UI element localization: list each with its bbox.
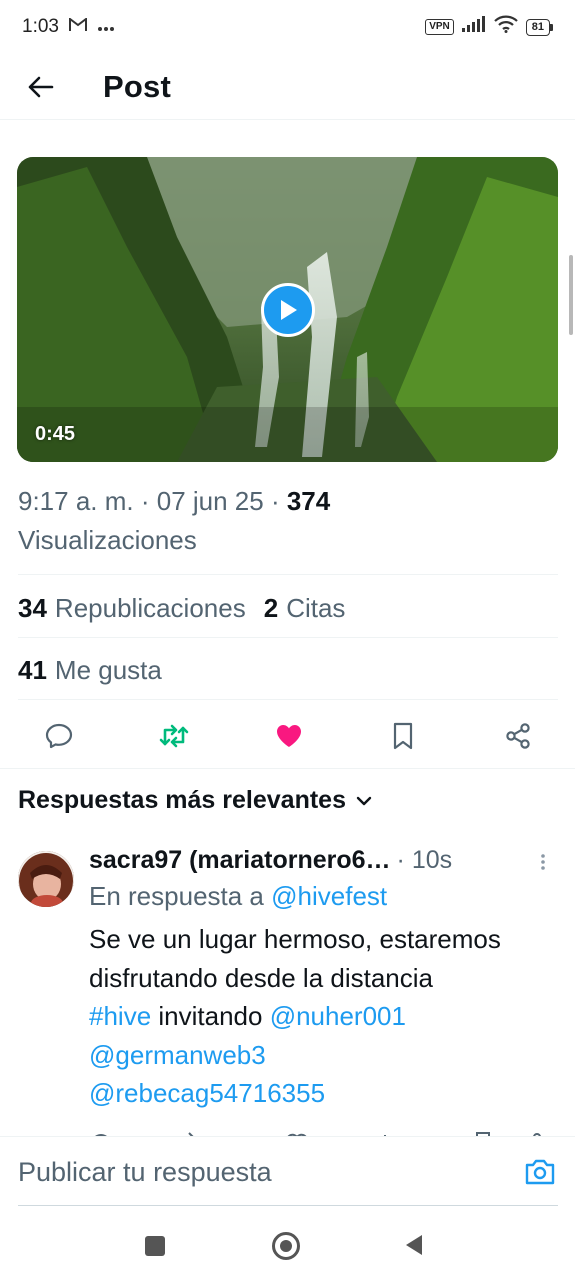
reply-text: Se ve un lugar hermoso, estaremos disfru… — [89, 924, 501, 1108]
mention-link[interactable]: @germanweb3 — [89, 1040, 266, 1070]
back-button[interactable] — [19, 66, 61, 108]
likes-count: 41 — [18, 654, 47, 685]
battery-level: 81 — [525, 18, 550, 36]
reposts-count: 34 — [18, 592, 47, 623]
likes-label: Me gusta — [54, 654, 162, 685]
divider — [18, 574, 558, 575]
reply-more-button[interactable] — [537, 850, 549, 874]
hashtag-link[interactable]: #hive — [89, 1001, 151, 1031]
divider — [18, 699, 558, 700]
reply-to-mention[interactable]: @hivefest — [271, 881, 387, 911]
post-meta: 9:17 a. m. · 07 jun 25 · 374 Visualizaci… — [18, 486, 331, 555]
comment-icon — [45, 723, 73, 749]
avatar[interactable] — [18, 851, 74, 907]
quotes-count: 2 — [263, 592, 279, 623]
reply-header: sacra97 (mariatornero6… · 10s — [89, 842, 539, 878]
post-actions — [0, 712, 575, 760]
views-count: 374 — [286, 486, 331, 516]
mention-link[interactable]: @nuher001 — [270, 1001, 406, 1031]
quotes-label: Citas — [286, 592, 346, 623]
wifi-icon — [493, 15, 518, 39]
camera-button[interactable] — [524, 1157, 556, 1187]
more-notifications-icon — [97, 16, 115, 38]
reply-input[interactable]: Publicar tu respuesta — [18, 1157, 272, 1188]
replies-sort-label: Respuestas más relevantes — [18, 786, 346, 814]
scrollbar[interactable] — [569, 255, 573, 335]
reposts-label: Republicaciones — [54, 592, 246, 623]
bookmark-button[interactable] — [386, 719, 420, 753]
post-date: 07 jun 25 — [156, 486, 264, 516]
repost-stats-row: 34 Republicaciones 2 Citas — [18, 588, 558, 628]
reposts-stat[interactable]: 34 Republicaciones — [18, 593, 246, 624]
bookmark-icon — [394, 722, 413, 750]
vpn-badge: VPN — [425, 19, 454, 35]
status-bar: 1:03 VPN 81 — [0, 0, 575, 54]
avatar-image — [18, 851, 74, 907]
mention-link[interactable]: @rebecag54716355 — [89, 1078, 325, 1108]
status-time: 1:03 — [22, 16, 59, 37]
post-time: 9:17 a. m. — [18, 486, 134, 516]
play-icon — [281, 300, 297, 320]
share-icon — [506, 723, 530, 749]
home-button[interactable] — [272, 1232, 300, 1260]
repost-button[interactable] — [157, 719, 191, 753]
play-button[interactable] — [261, 283, 315, 337]
camera-icon — [525, 1159, 555, 1185]
video-player[interactable]: 0:45 — [17, 157, 558, 462]
repost-icon — [159, 724, 189, 748]
signal-icon — [461, 16, 486, 38]
system-nav-bar — [0, 1210, 575, 1280]
like-button[interactable] — [272, 719, 306, 753]
gmail-icon — [68, 16, 87, 38]
likes-stat[interactable]: 41 Me gusta — [18, 650, 558, 690]
triangle-back-icon — [406, 1235, 422, 1255]
replies-sort-dropdown[interactable]: Respuestas más relevantes — [18, 786, 372, 815]
reply-author-name[interactable]: sacra97 (mariatornero6… — [89, 846, 391, 875]
arrow-left-icon — [28, 76, 54, 97]
reply-timestamp: · 10s — [396, 845, 453, 874]
share-button[interactable] — [501, 719, 535, 753]
battery-indicator: 81 — [525, 18, 553, 36]
chevron-down-icon — [356, 796, 372, 805]
video-duration: 0:45 — [35, 423, 76, 445]
reply-button[interactable] — [42, 719, 76, 753]
reply-context: En respuesta a @hivefest — [89, 881, 388, 911]
input-underline — [18, 1205, 558, 1206]
heart-filled-icon — [276, 725, 301, 747]
top-app-bar: Post — [0, 54, 575, 120]
reply-composer: Publicar tu respuesta — [0, 1136, 575, 1206]
page-title: Post — [103, 68, 171, 104]
views-label: Visualizaciones — [18, 525, 197, 555]
divider — [18, 637, 558, 638]
recents-button[interactable] — [145, 1236, 165, 1256]
quotes-stat[interactable]: 2 Citas — [264, 593, 346, 624]
section-divider — [0, 768, 575, 769]
more-vertical-icon — [541, 854, 545, 870]
system-back-button[interactable] — [404, 1234, 424, 1261]
